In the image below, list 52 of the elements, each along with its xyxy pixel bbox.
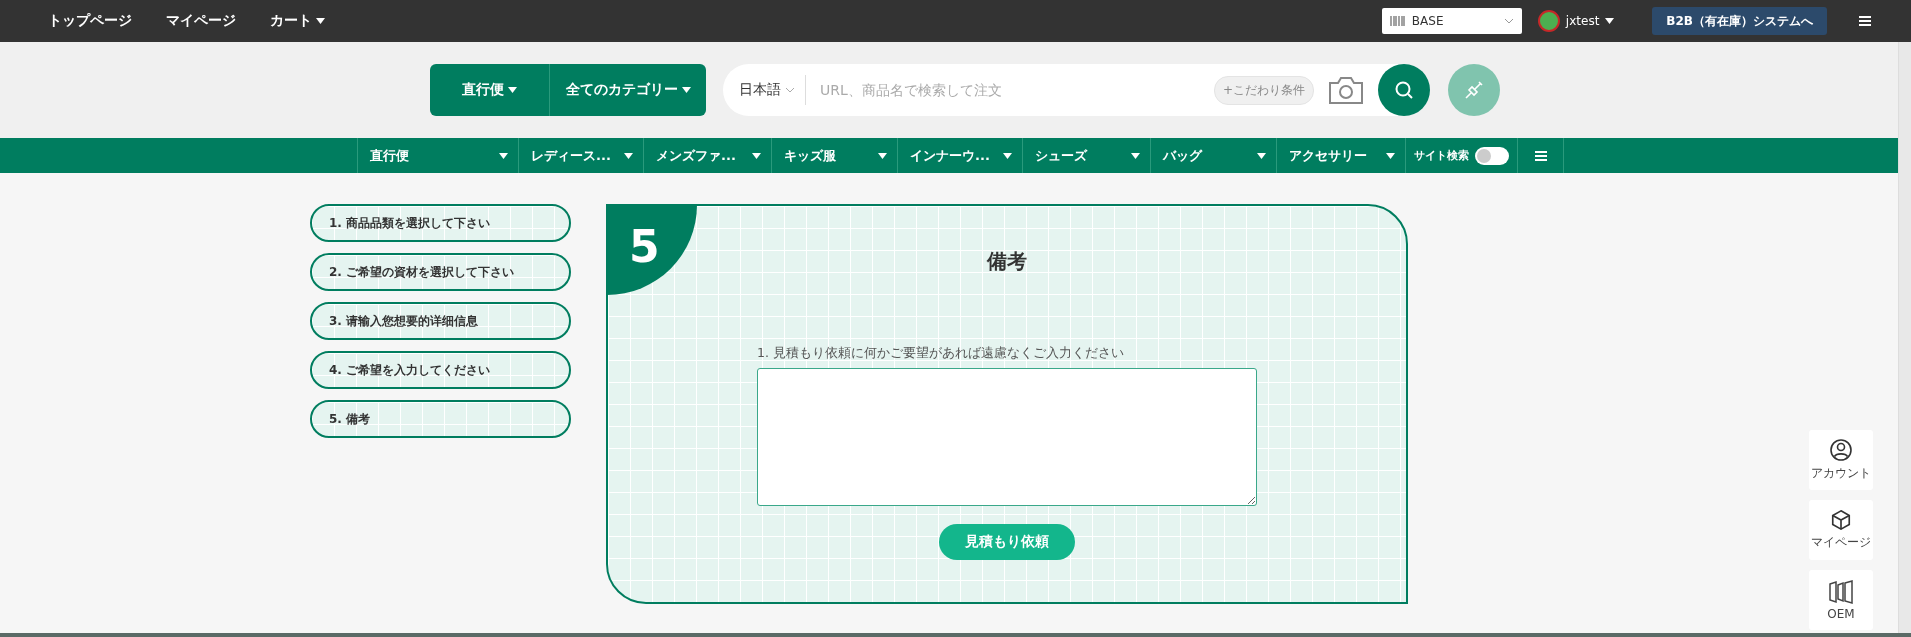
caret-icon	[1257, 152, 1266, 159]
chevron-down-icon	[1503, 18, 1514, 24]
site-search-toggle[interactable]	[1475, 146, 1509, 165]
remarks-field[interactable]	[757, 368, 1257, 506]
caret-icon	[752, 152, 761, 159]
search-button[interactable]	[1378, 64, 1430, 116]
barcode-icon	[1389, 16, 1406, 26]
chevron-down-icon	[785, 87, 795, 93]
step-link[interactable]: 4. ご希望を入力してください	[310, 351, 571, 389]
category-tab[interactable]: レディース...	[518, 138, 643, 173]
category-tab[interactable]: 直行便	[357, 138, 518, 173]
nav-link[interactable]: カート	[270, 12, 325, 30]
caret-icon	[681, 87, 691, 93]
camera-icon[interactable]	[1328, 75, 1364, 105]
menu-icon[interactable]	[1859, 16, 1871, 26]
box-icon	[1830, 509, 1852, 531]
side-menu-item[interactable]: アカウント	[1809, 430, 1873, 490]
caret-icon	[1131, 152, 1140, 159]
step-link[interactable]: 3. 请输入您想要的详细信息	[310, 302, 571, 340]
avatar	[1537, 10, 1560, 32]
category-tab[interactable]: バッグ	[1150, 138, 1276, 173]
category-tab[interactable]: メンズファ...	[643, 138, 771, 173]
side-menu-item[interactable]: マイページ	[1809, 500, 1873, 560]
caret-icon	[1003, 152, 1012, 159]
store-select[interactable]: BASE	[1381, 8, 1522, 34]
caret-icon	[624, 152, 633, 159]
field-label: 1. 見積もり依頼に何かご要望があれば遠慮なくご入力ください	[757, 345, 1125, 362]
step-link[interactable]: 2. ご希望の資材を選択して下さい	[310, 253, 571, 291]
category-tab[interactable]: インナーウ...	[897, 138, 1022, 173]
card-title: 備考	[987, 248, 1027, 275]
shipping-dropdown[interactable]: 直行便	[430, 64, 550, 116]
caret-icon	[1386, 152, 1395, 159]
category-tab[interactable]: アクセサリー	[1276, 138, 1405, 173]
nav-link[interactable]: トップページ	[48, 12, 132, 30]
step-link[interactable]: 5. 備考	[310, 400, 571, 438]
caret-icon	[508, 87, 517, 93]
step-number: 5	[607, 205, 697, 295]
panels-icon	[1828, 579, 1854, 604]
user-icon	[1829, 438, 1853, 462]
caret-icon	[878, 152, 887, 159]
caret-icon	[499, 152, 508, 159]
user-name[interactable]: jxtest	[1565, 14, 1600, 28]
b2b-button[interactable]: B2B（有在庫）システムへ	[1652, 7, 1827, 35]
category-tab[interactable]: キッズ服	[771, 138, 897, 173]
caret-icon	[1605, 18, 1615, 24]
side-menu-item[interactable]: OEM	[1809, 570, 1873, 630]
category-tab[interactable]: シューズ	[1022, 138, 1150, 173]
nav-link[interactable]: マイページ	[166, 12, 236, 30]
category-dropdown[interactable]: 全てのカテゴリー	[550, 64, 706, 116]
step-link[interactable]: 1. 商品品類を選択して下さい	[310, 204, 571, 242]
search-icon	[1394, 80, 1414, 100]
site-search-label: サイト検索	[1414, 148, 1469, 163]
